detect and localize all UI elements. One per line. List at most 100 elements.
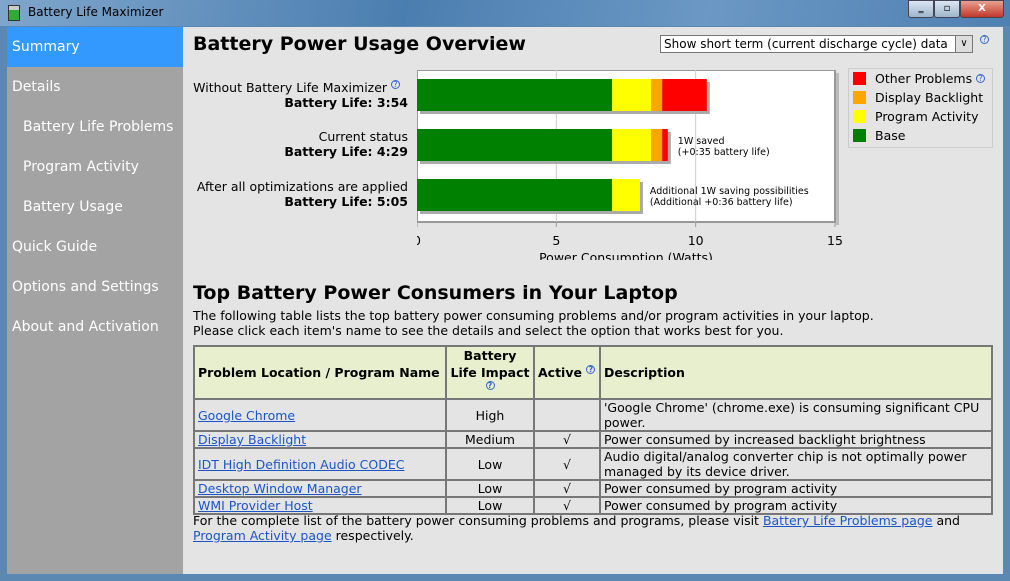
header-active: Active ?	[533, 345, 601, 400]
program-activity-link[interactable]: Program Activity page	[193, 528, 332, 543]
table-row: WMI Provider Host Low √ Power consumed by p…	[193, 496, 993, 515]
header-active-label: Active	[538, 365, 582, 380]
help-icon[interactable]: ?	[391, 80, 401, 89]
intro-line: The following table lists the top batter…	[193, 308, 874, 323]
bar-segment-base	[417, 79, 613, 111]
description-cell: Power consumed by increased backlight br…	[599, 430, 993, 449]
description-cell: Audio digital/analog converter chip is n…	[599, 447, 993, 481]
impact-cell: Low	[445, 479, 535, 498]
sidebar-item-details[interactable]: Details	[7, 67, 183, 107]
bar-segment-program-activity	[612, 129, 652, 161]
legend-label: Other Problems	[875, 71, 973, 86]
battery-life-value: Battery Life: 4:29	[284, 144, 408, 159]
active-cell: √	[533, 447, 601, 481]
bar-note: Additional 1W saving possibilities	[650, 186, 809, 197]
program-link[interactable]: WMI Provider Host	[198, 498, 313, 513]
footer-post: respectively.	[331, 528, 414, 543]
description-cell: 'Google Chrome' (chrome.exe) is consumin…	[599, 398, 993, 432]
program-link[interactable]: Display Backlight	[198, 432, 306, 447]
legend-swatch	[853, 129, 866, 142]
sidebar-item-about-and-activation[interactable]: About and Activation	[7, 307, 183, 347]
intro-line: Please click each item's name to see the…	[193, 323, 784, 338]
legend-label: Display Backlight	[875, 90, 984, 105]
sidebar-item-summary[interactable]: Summary	[7, 27, 183, 67]
bar-segment-program-activity	[612, 79, 652, 111]
footer-text: For the complete list of the battery pow…	[193, 513, 960, 543]
table-row: IDT High Definition Audio CODEC Low √ Audio…	[193, 447, 993, 481]
maximize-button[interactable]: ▫	[934, 0, 960, 18]
footer-mid: and	[932, 513, 960, 528]
legend-item: Base	[849, 126, 992, 145]
bar-note: (+0:35 battery life)	[678, 147, 770, 158]
help-icon[interactable]: ?	[980, 35, 989, 44]
x-tick-label: 10	[688, 233, 704, 248]
row-label-without: Without Battery Life Maximizer ? Battery…	[193, 80, 408, 110]
program-link[interactable]: Desktop Window Manager	[198, 481, 362, 496]
battery-life-problems-link[interactable]: Battery Life Problems page	[763, 513, 933, 528]
active-cell: √	[533, 430, 601, 449]
header-impact: Battery Life Impact ?	[445, 345, 535, 400]
bar-segment-display-backlight	[651, 79, 663, 111]
main-panel: Battery Power Usage Overview Show short …	[183, 27, 1003, 574]
legend-item: Program Activity	[849, 107, 992, 126]
sidebar-item-battery-usage[interactable]: Battery Usage	[7, 187, 183, 227]
impact-cell: Low	[445, 447, 535, 481]
help-icon[interactable]: ?	[586, 365, 596, 374]
active-cell: √	[533, 496, 601, 515]
minimize-button[interactable]: ‗	[908, 0, 934, 18]
header-name: Problem Location / Program Name	[193, 345, 447, 400]
help-icon[interactable]: ?	[485, 381, 495, 390]
name-cell: Display Backlight	[193, 430, 447, 449]
consumers-intro: The following table lists the top batter…	[193, 308, 874, 338]
battery-life-value: Battery Life: 3:54	[284, 95, 408, 110]
name-cell: Desktop Window Manager	[193, 479, 447, 498]
bar-segment-base	[417, 129, 613, 161]
row-label: Without Battery Life Maximizer	[193, 80, 388, 95]
x-tick-label: 15	[827, 233, 843, 248]
plot-shadow	[836, 73, 839, 225]
period-select-value: Show short term (current discharge cycle…	[664, 37, 948, 51]
consumers-title: Top Battery Power Consumers in Your Lapt…	[193, 282, 678, 304]
consumers-table: Problem Location / Program Name Battery …	[193, 345, 993, 515]
bar-segment-other-problems	[662, 129, 668, 161]
legend-label: Program Activity	[875, 109, 979, 124]
power-chart: 051015Power Consumption (Watts)1W saved(…	[417, 70, 843, 260]
description-cell: Power consumed by program activity	[599, 479, 993, 498]
window-title: Battery Life Maximizer	[28, 5, 164, 19]
bar-segment-display-backlight	[651, 129, 663, 161]
sidebar-item-program-activity[interactable]: Program Activity	[7, 147, 183, 187]
program-link[interactable]: IDT High Definition Audio CODEC	[198, 457, 404, 472]
sidebar: Summary Details Battery Life Problems Progr…	[7, 27, 183, 574]
sidebar-item-quick-guide[interactable]: Quick Guide	[7, 227, 183, 267]
row-label-current: Current status Battery Life: 4:29	[284, 129, 408, 159]
chevron-down-icon[interactable]: ∨	[955, 36, 972, 52]
impact-cell: High	[445, 398, 535, 432]
header-impact-label: Battery Life Impact	[450, 348, 530, 380]
legend-label: Base	[875, 128, 906, 143]
impact-cell: Low	[445, 496, 535, 515]
bar-segment-base	[417, 179, 613, 211]
description-cell: Power consumed by program activity	[599, 496, 993, 515]
help-icon[interactable]: ?	[976, 74, 986, 83]
legend-item: Display Backlight	[849, 88, 992, 107]
table-row: Google Chrome High 'Google Chrome' (chrome…	[193, 398, 993, 432]
table-row: Desktop Window Manager Low √ Power consumed…	[193, 479, 993, 498]
bar-note: (Additional +0:36 battery life)	[650, 197, 793, 208]
bar-segment-other-problems	[662, 79, 707, 111]
footer-pre: For the complete list of the battery pow…	[193, 513, 763, 528]
sidebar-item-battery-life-problems[interactable]: Battery Life Problems	[7, 107, 183, 147]
legend-swatch	[853, 91, 866, 104]
page-title: Battery Power Usage Overview	[193, 33, 526, 55]
program-link[interactable]: Google Chrome	[198, 408, 295, 423]
name-cell: WMI Provider Host	[193, 496, 447, 515]
x-axis-label: Power Consumption (Watts)	[539, 250, 713, 260]
row-label: Current status	[318, 129, 408, 144]
period-select[interactable]: Show short term (current discharge cycle…	[660, 35, 973, 53]
legend-item: Other Problems ?	[849, 69, 992, 88]
sidebar-item-options-and-settings[interactable]: Options and Settings	[7, 267, 183, 307]
title-bar: Battery Life Maximizer ‗ ▫ X	[0, 0, 1010, 26]
row-label-optimized: After all optimizations are applied Batte…	[197, 179, 408, 209]
close-button[interactable]: X	[960, 0, 1004, 18]
bar-segment-program-activity	[612, 179, 640, 211]
row-label: After all optimizations are applied	[196, 179, 408, 194]
